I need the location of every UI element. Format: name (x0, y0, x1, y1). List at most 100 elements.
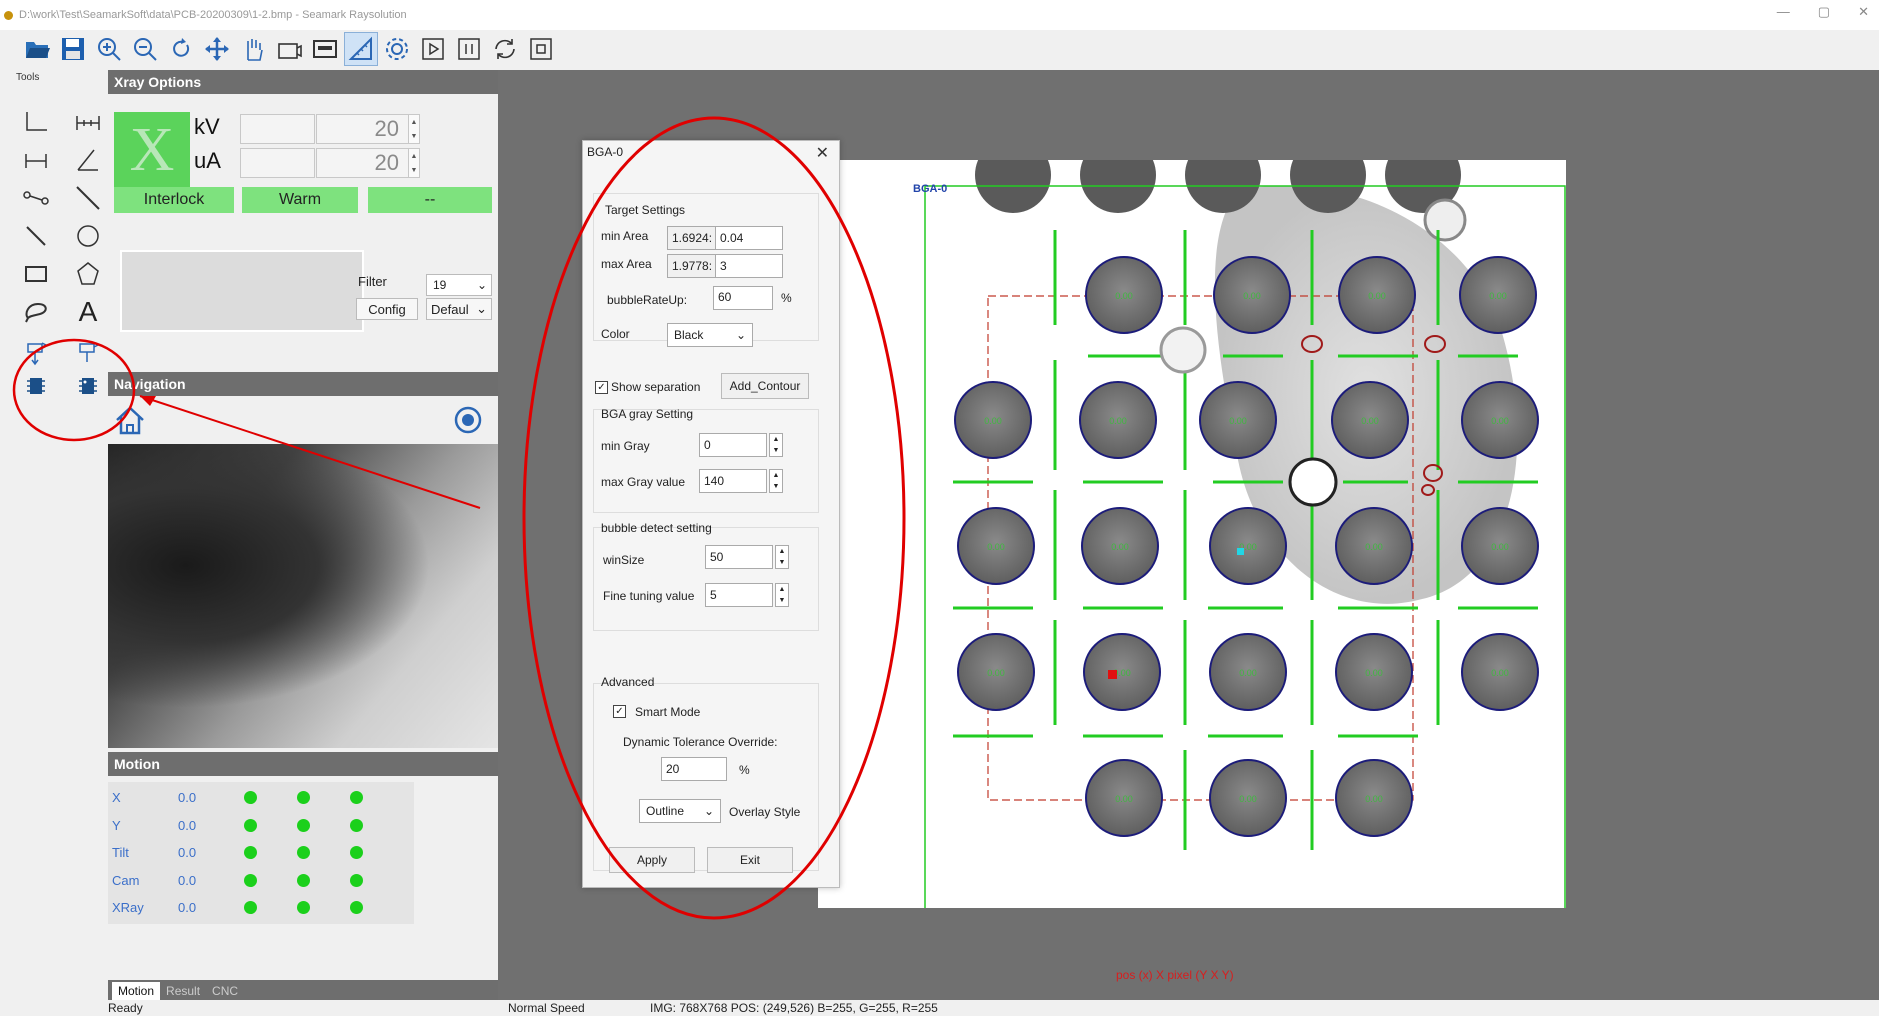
add-contour-button[interactable]: Add_Contour (721, 373, 809, 399)
chevron-down-icon: ⌄ (476, 301, 487, 316)
max-gray-spinner[interactable]: ▲ ▼ (769, 469, 783, 493)
status-dot (244, 900, 257, 914)
max-area-input[interactable]: 3 (715, 254, 783, 278)
lasso-tool-icon[interactable] (18, 296, 54, 328)
tab-result[interactable]: Result (160, 982, 206, 1000)
winsize-spinner[interactable]: ▲ ▼ (775, 545, 789, 569)
zoom-in-icon[interactable] (92, 32, 126, 66)
overlay-style-select[interactable]: Outline ⌄ (639, 799, 721, 823)
close-button[interactable]: ✕ (1858, 4, 1869, 20)
stop-icon[interactable] (524, 32, 558, 66)
ball-void-value: 0.00 (1491, 416, 1509, 426)
smart-mode-label: Smart Mode (635, 705, 701, 719)
kv-spinner[interactable]: ▲ ▼ (408, 114, 420, 144)
play-icon[interactable] (416, 32, 450, 66)
folder-open-icon[interactable] (20, 32, 54, 66)
kv-value-field[interactable]: 20 (316, 114, 414, 144)
exit-button[interactable]: Exit (707, 847, 793, 873)
status-dot (297, 790, 310, 804)
diagonal-line-icon[interactable] (18, 220, 54, 252)
rectangle-tool-icon[interactable] (18, 258, 54, 290)
fine-tuning-input[interactable]: 5 (705, 583, 773, 607)
circle-tool-icon[interactable] (70, 220, 106, 252)
tolerance-input[interactable]: 20 (661, 757, 727, 781)
tab-cnc[interactable]: CNC (206, 982, 244, 1000)
chip-icon[interactable] (18, 370, 54, 402)
config-button[interactable]: Config (356, 298, 418, 320)
ball-void-value: 0.00 (1109, 416, 1127, 426)
status-dot (297, 845, 310, 859)
maximize-button[interactable]: ▢ (1818, 4, 1830, 20)
bga-rotate-icon[interactable] (70, 336, 106, 368)
show-separation-checkbox[interactable]: ✓ (595, 381, 608, 394)
winsize-input[interactable]: 50 (705, 545, 773, 569)
min-gray-spinner[interactable]: ▲ ▼ (769, 433, 783, 457)
fine-tuning-spinner[interactable]: ▲ ▼ (775, 583, 789, 607)
max-gray-label: max Gray value (601, 475, 686, 489)
chevron-down-icon: ⌄ (735, 328, 746, 342)
min-area-calc: 1.6924: (667, 226, 717, 250)
status-dot (350, 900, 363, 914)
point-line-icon[interactable] (18, 182, 54, 214)
corner-measure-icon[interactable] (18, 106, 54, 138)
move-icon[interactable] (200, 32, 234, 66)
save-icon[interactable] (56, 32, 90, 66)
axis-name: X (112, 789, 121, 805)
status-dot (244, 873, 257, 887)
refresh-icon[interactable] (488, 32, 522, 66)
ua-spinner[interactable]: ▲ ▼ (408, 148, 420, 178)
axis-name: XRay (112, 899, 144, 915)
polygon-tool-icon[interactable] (70, 258, 106, 290)
color-select[interactable]: Black ⌄ (667, 323, 753, 347)
xray-image-canvas[interactable]: BGA-0 0.00 0.00 0.00 0.00 0.00 0.00 0.00 0.00 0.… (818, 160, 1566, 908)
pause-icon[interactable] (452, 32, 486, 66)
distance-measure-icon[interactable] (70, 106, 106, 138)
ball-void-value: 0.00 (1115, 291, 1133, 301)
axis-value: 0.0 (178, 817, 197, 833)
status-placeholder-button[interactable]: -- (368, 187, 492, 213)
chip-detect-icon[interactable] (70, 370, 106, 402)
bga-up-icon[interactable] (18, 336, 54, 368)
angle-measure-icon[interactable] (70, 144, 106, 176)
zoom-out-icon[interactable] (128, 32, 162, 66)
width-measure-icon[interactable] (18, 144, 54, 176)
record-icon[interactable] (454, 406, 482, 434)
filter-select[interactable]: 19 ⌄ (426, 274, 492, 296)
minimize-button[interactable]: — (1777, 4, 1790, 20)
measure-icon[interactable] (344, 32, 378, 66)
motion-header: Motion (108, 752, 498, 776)
dialog-close-button[interactable]: ✕ (816, 143, 829, 163)
bubble-artifact (1423, 198, 1467, 242)
line-tool-icon[interactable] (70, 182, 106, 214)
rotate-icon[interactable] (164, 32, 198, 66)
max-gray-input[interactable]: 140 (699, 469, 767, 493)
apply-button[interactable]: Apply (609, 847, 695, 873)
camera-icon[interactable] (272, 32, 306, 66)
ball-void-value: 0.00 (1239, 668, 1257, 678)
home-icon[interactable] (114, 404, 146, 436)
status-dot (297, 818, 310, 832)
fine-tuning-label: Fine tuning value (603, 589, 695, 603)
motion-panel: Motion X 0.0 Y 0.0 Tilt 0.0 Cam 0.0 XRay 0.0 (108, 752, 498, 984)
filter-label: Filter (358, 274, 387, 289)
gear-icon[interactable] (380, 32, 414, 66)
axis-value: 0.0 (178, 899, 197, 915)
default-select[interactable]: Defaul ⌄ (426, 298, 492, 320)
tab-motion[interactable]: Motion (112, 982, 161, 1000)
navigation-camera-image[interactable] (108, 444, 498, 748)
text-tool[interactable]: A (70, 296, 106, 328)
ball-void-value: 0.00 (987, 668, 1005, 678)
bubble-rate-input[interactable]: 60 (713, 286, 773, 310)
xray-power-label: X (129, 115, 175, 184)
hand-icon[interactable] (236, 32, 270, 66)
warm-button[interactable]: Warm (242, 187, 358, 213)
min-gray-input[interactable]: 0 (699, 433, 767, 457)
smart-mode-checkbox[interactable]: ✓ (613, 705, 626, 718)
image-icon[interactable] (308, 32, 342, 66)
ua-value-field[interactable]: 20 (316, 148, 414, 178)
min-area-input[interactable]: 0.04 (715, 226, 783, 250)
status-ready: Ready (108, 1001, 143, 1015)
interlock-button[interactable]: Interlock (114, 187, 234, 213)
window-title: D:\work\Test\SeamarkSoft\data\PCB-202003… (19, 9, 407, 21)
xray-power-button[interactable]: X (114, 112, 190, 188)
